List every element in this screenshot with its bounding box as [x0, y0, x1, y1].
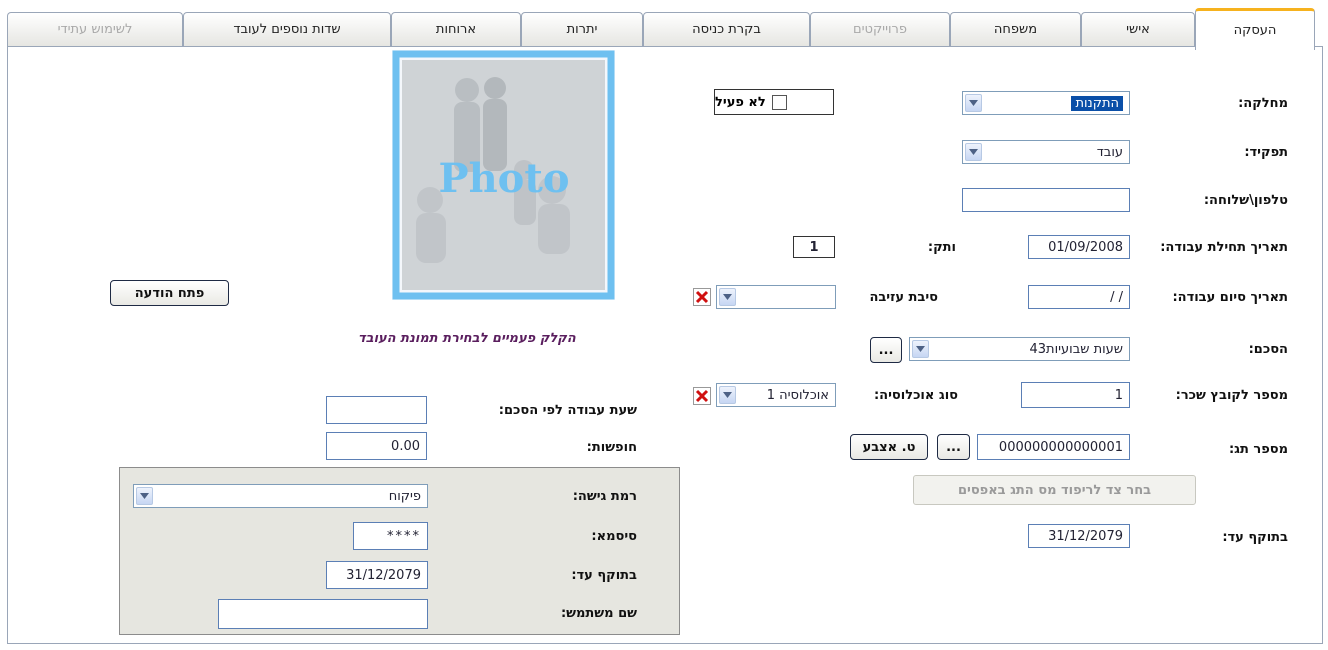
tab-access-control[interactable]: בקרת כניסה — [643, 12, 810, 46]
agreement-label: הסכם: — [1248, 342, 1288, 357]
pad-zeros-button[interactable]: בחר צד לריפוד מס התג באפסים — [913, 475, 1196, 505]
tab-future-use[interactable]: לשימוש עתידי — [7, 12, 183, 46]
chevron-down-icon[interactable] — [719, 386, 736, 404]
password-label: סיסמא: — [591, 529, 637, 544]
tag-field[interactable]: 000000000000001 — [977, 434, 1130, 460]
start-date-field[interactable]: 01/09/2008 — [1028, 235, 1130, 259]
chevron-down-icon[interactable] — [965, 94, 982, 112]
chevron-down-icon[interactable] — [136, 487, 153, 505]
population-select[interactable]: אוכלוסיה 1 — [716, 383, 836, 407]
role-select[interactable]: עובד — [962, 140, 1130, 164]
salary-file-label: מספר לקובץ שכר: — [1175, 388, 1288, 403]
seniority-label: ותק: — [927, 240, 956, 255]
vacation-field[interactable]: 0.00 — [326, 432, 427, 460]
tab-employment[interactable]: העסקה — [1195, 8, 1315, 50]
tab-personal[interactable]: אישי — [1081, 12, 1195, 46]
chevron-down-icon[interactable] — [965, 143, 982, 161]
access-valid-until-label: בתוקף עד: — [571, 568, 637, 583]
valid-until-label: בתוקף עד: — [1222, 530, 1288, 545]
employee-photo[interactable]: Photo — [392, 50, 615, 300]
chevron-down-icon[interactable] — [719, 288, 736, 306]
work-hours-field[interactable] — [326, 396, 427, 424]
end-date-label: תאריך סיום עבודה: — [1172, 290, 1288, 305]
start-date-label: תאריך תחילת עבודה: — [1160, 240, 1288, 255]
inactive-checkbox[interactable] — [771, 94, 787, 110]
inactive-label: לא פעיל — [715, 94, 766, 110]
leave-reason-select[interactable] — [716, 285, 836, 309]
photo-placeholder-image: Photo — [392, 50, 615, 300]
fingerprint-button[interactable]: ט. אצבע — [850, 434, 928, 460]
access-valid-until-field[interactable]: 31/12/2079 — [326, 561, 428, 589]
username-label: שם משתמש: — [560, 606, 637, 621]
end-date-field[interactable]: / / — [1028, 285, 1130, 309]
chevron-down-icon[interactable] — [912, 340, 929, 358]
tag-more-button[interactable]: ... — [937, 434, 970, 460]
clear-population-icon[interactable] — [693, 387, 711, 405]
username-field[interactable] — [218, 599, 428, 629]
tab-extra-fields[interactable]: שדות נוספים לעובד — [183, 12, 391, 46]
agreement-select[interactable]: 43שעות שבועיות — [909, 337, 1130, 361]
tab-balances[interactable]: יתרות — [521, 12, 643, 46]
tab-projects[interactable]: פרוייקטים — [810, 12, 950, 46]
clear-leave-reason-icon[interactable] — [693, 288, 711, 306]
agreement-more-button[interactable]: ... — [870, 337, 902, 363]
tab-meals[interactable]: ארוחות — [391, 12, 521, 46]
department-label: מחלקה: — [1238, 96, 1288, 111]
vacation-label: חופשות: — [586, 440, 637, 455]
open-message-button[interactable]: פתח הודעה — [110, 280, 229, 306]
seniority-field: 1 — [793, 236, 835, 258]
tab-family[interactable]: משפחה — [950, 12, 1081, 46]
leave-reason-label: סיבת עזיבה — [869, 290, 938, 305]
password-field[interactable]: **** — [353, 522, 428, 550]
inactive-checkbox-box[interactable]: לא פעיל — [714, 89, 834, 115]
phone-field[interactable] — [962, 188, 1130, 212]
valid-until-field[interactable]: 31/12/2079 — [1028, 524, 1130, 548]
access-level-label: רמת גישה: — [572, 489, 637, 504]
phone-label: טלפון\שלוחה: — [1203, 193, 1288, 208]
role-label: תפקיד: — [1244, 145, 1288, 160]
work-hours-label: שעת עבודה לפי הסכם: — [498, 403, 637, 418]
population-label: סוג אוכלוסיה: — [873, 388, 958, 403]
photo-caption: הקלק פעמיים לבחירת תמונת העובד — [358, 331, 576, 346]
salary-file-field[interactable]: 1 — [1021, 382, 1130, 408]
tag-label: מספר תג: — [1228, 442, 1288, 457]
svg-text:Photo: Photo — [439, 155, 570, 202]
access-level-select[interactable]: פיקוח — [133, 484, 428, 508]
department-select[interactable]: התקנות — [962, 91, 1130, 115]
